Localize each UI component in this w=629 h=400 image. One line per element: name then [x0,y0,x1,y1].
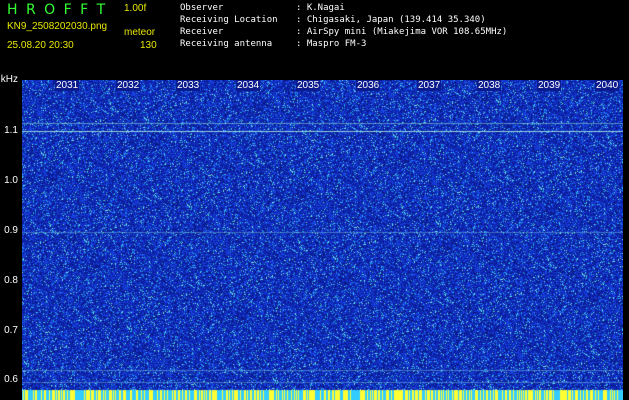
x-tick-label: 2038 [477,80,502,91]
x-tick-label: 2040 [595,80,620,91]
y-tick-label: 0.9 [4,225,18,236]
x-tick-label: 2039 [537,80,562,91]
info-antenna-value: : Maspro FM-3 [296,39,367,49]
x-tick-label: 2037 [417,80,442,91]
x-tick-label: 2035 [296,80,321,91]
info-location-value: : Chigasaki, Japan (139.414 35.340) [296,15,486,25]
info-receiver-value: : AirSpy mini (Miakejima VOR 108.65MHz) [296,27,508,37]
mode-label: meteor [124,27,156,38]
info-location-label: Receiving Location [180,15,278,25]
info-observer-label: Observer [180,3,224,13]
spectrogram-plot [22,80,623,400]
app-logo: H R O F F T [7,2,108,18]
count-label: 130 [140,40,157,51]
info-observer-value: : K.Nagai [296,3,345,13]
y-tick-label: 1.1 [4,125,18,136]
x-tick-label: 2034 [236,80,261,91]
y-tick-label: 1.0 [4,175,18,186]
header-panel: H R O F F T 1.00f KN9_2508202030.png met… [0,0,629,80]
y-tick-label: 0.6 [4,374,18,385]
info-antenna-label: Receiving antenna [180,39,273,49]
info-receiver-label: Receiver [180,27,224,37]
y-tick-label: 0.8 [4,275,18,286]
spectrogram-canvas [22,80,623,400]
x-tick-label: 2036 [356,80,381,91]
x-tick-label: 2031 [55,80,80,91]
x-tick-label: 2033 [176,80,201,91]
x-tick-label: 2032 [116,80,141,91]
datetime-label: 25.08.20 20:30 [7,40,74,51]
filename-label: KN9_2508202030.png [7,21,108,32]
y-axis-unit: kHz [0,74,18,85]
y-tick-label: 0.7 [4,325,18,336]
version-label: 1.00f [124,3,147,14]
